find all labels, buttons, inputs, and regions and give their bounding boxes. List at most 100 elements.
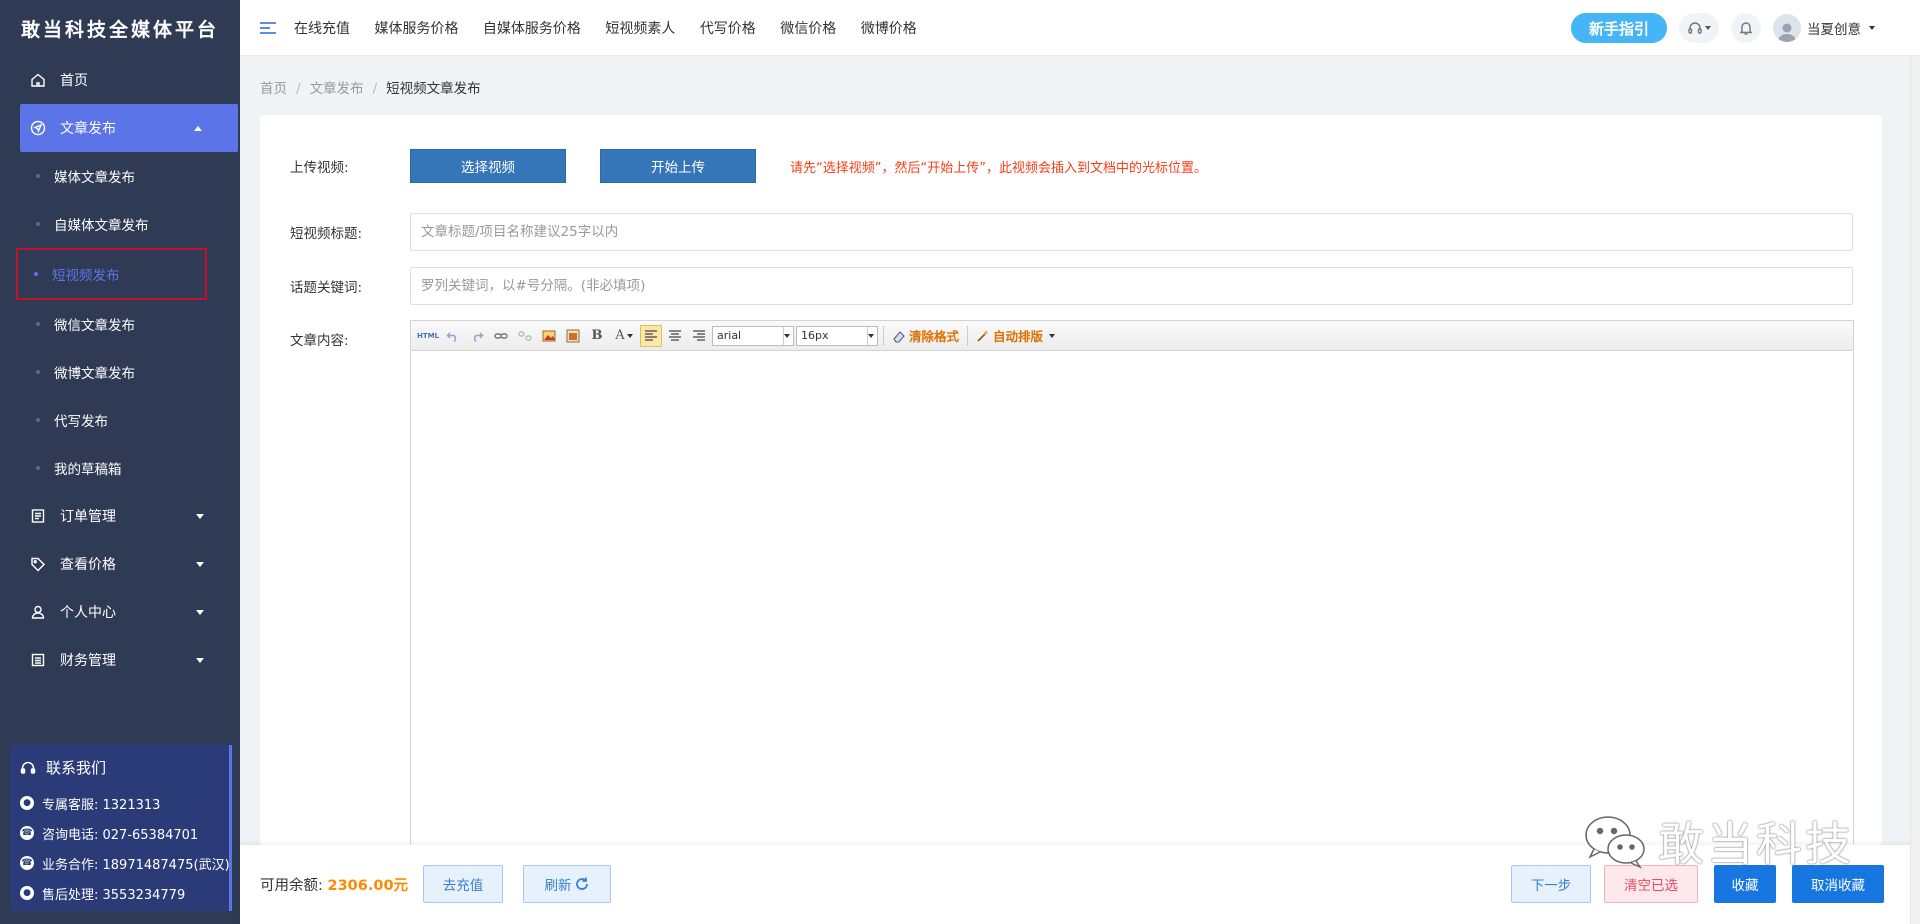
list-icon (30, 508, 46, 524)
sidebar-item-home[interactable]: 首页 (0, 56, 240, 104)
start-upload-button[interactable]: 开始上传 (600, 149, 756, 183)
breadcrumb-current: 短视频文章发布 (386, 81, 481, 97)
breadcrumb-home[interactable]: 首页 (260, 81, 287, 97)
sidebar-subitem-self-media-article[interactable]: 自媒体文章发布 (0, 200, 240, 248)
eraser-icon (893, 330, 905, 342)
font-size-value: 16px (801, 329, 829, 342)
topnav-ghostwrite-price[interactable]: 代写价格 (700, 21, 756, 37)
upload-label: 上传视频: (290, 160, 349, 176)
breadcrumb-article-publish[interactable]: 文章发布 (310, 81, 364, 97)
rich-text-editor: HTML B A arial 16px 清除格式 自动排版 (410, 320, 1854, 850)
top-right-tools: 新手指引 当夏创意 (1570, 0, 1920, 56)
unlink-button[interactable] (514, 325, 536, 347)
insert-multi-image-button[interactable] (562, 325, 584, 347)
sidebar-subitem-label: 微博文章发布 (54, 366, 135, 382)
link-button[interactable] (490, 325, 512, 347)
sidebar-item-article-publish[interactable]: 文章发布 (20, 104, 238, 152)
upload-row: 上传视频: 选择视频 开始上传 请先“选择视频”，然后“开始上传”，此视频会插入… (260, 149, 1882, 183)
sidebar-item-label: 首页 (60, 73, 88, 89)
service-icon: ● (20, 796, 34, 810)
sidebar-item-orders[interactable]: 订单管理 (0, 492, 240, 540)
chevron-down-icon (196, 514, 204, 519)
font-size-select[interactable]: 16px (796, 325, 878, 346)
chevron-down-icon (196, 562, 204, 567)
select-video-button[interactable]: 选择视频 (410, 149, 566, 183)
breadcrumb: 首页 / 文章发布 / 短视频文章发布 (260, 77, 481, 97)
font-color-label: A (615, 328, 625, 343)
clear-format-button[interactable]: 清除格式 (892, 326, 959, 345)
font-family-select[interactable]: arial (712, 325, 794, 346)
chevron-down-icon[interactable] (1049, 333, 1056, 338)
sidebar-subitem-wechat-article[interactable]: 微信文章发布 (0, 300, 240, 348)
sidebar-item-prices[interactable]: 查看价格 (0, 540, 240, 588)
sidebar-subitem-drafts[interactable]: 我的草稿箱 (0, 444, 240, 492)
sidebar-subitem-label: 媒体文章发布 (54, 170, 135, 186)
recharge-button[interactable]: 去充值 (423, 865, 503, 903)
balance-amount: 2306.00元 (327, 878, 409, 894)
html-source-button[interactable]: HTML (416, 325, 440, 347)
redo-button[interactable] (466, 325, 488, 347)
topnav-self-media-price[interactable]: 自媒体服务价格 (483, 21, 581, 37)
page-scrollbar[interactable] (1910, 56, 1920, 924)
font-family-value: arial (717, 329, 742, 342)
contact-row: ● 售后处理: 3553234779 (20, 878, 219, 908)
topnav-media-price[interactable]: 媒体服务价格 (374, 21, 458, 37)
chevron-down-icon (1869, 26, 1875, 30)
wechat-icon (1585, 816, 1645, 869)
image-icon (542, 330, 556, 341)
content-label: 文章内容: (290, 333, 349, 349)
bullet-icon (36, 466, 40, 470)
auto-layout-button[interactable]: 自动排版 (976, 326, 1043, 345)
guide-button[interactable]: 新手指引 (1570, 13, 1667, 43)
contact-row: ● 专属客服: 1321313 (20, 788, 219, 818)
wechat-watermark: 敢当科技 (1580, 808, 1854, 874)
title-label: 短视频标题: (290, 226, 363, 242)
topnav-short-video[interactable]: 短视频素人 (605, 21, 675, 37)
refresh-label: 刷新 (544, 878, 572, 894)
align-center-button[interactable] (664, 325, 686, 347)
sidebar-subitem-label: 短视频发布 (52, 268, 120, 284)
toolbar-divider (967, 325, 969, 346)
user-menu[interactable]: 当夏创意 (1773, 14, 1875, 42)
bullet-icon (34, 272, 38, 276)
contact-row-text: 售后处理: 3553234779 (42, 887, 186, 903)
video-title-input[interactable] (410, 213, 1853, 251)
keywords-input[interactable] (410, 267, 1853, 305)
contact-row: ☎ 咨询电话: 027-65384701 (20, 818, 219, 848)
topnav-wechat-price[interactable]: 微信价格 (780, 21, 836, 37)
customer-service-button[interactable] (1679, 13, 1719, 43)
editor-content-area[interactable] (411, 351, 1853, 849)
bullet-icon (36, 370, 40, 374)
sidebar-subitem-media-article[interactable]: 媒体文章发布 (0, 152, 240, 200)
home-icon (30, 72, 46, 88)
sidebar-item-label: 个人中心 (60, 605, 116, 621)
notification-button[interactable] (1731, 13, 1761, 43)
refresh-button[interactable]: 刷新 (523, 865, 611, 903)
topnav-weibo-price[interactable]: 微博价格 (861, 21, 917, 37)
magic-wand-icon (977, 329, 989, 342)
align-right-button[interactable] (688, 325, 710, 347)
phone-icon: ☎ (20, 826, 34, 840)
watermark-text: 敢当科技 (1658, 817, 1854, 871)
align-left-button[interactable] (640, 324, 662, 347)
font-color-button[interactable]: A (610, 325, 638, 347)
sidebar-subitem-weibo-article[interactable]: 微博文章发布 (0, 348, 240, 396)
insert-image-button[interactable] (538, 325, 560, 347)
toolbar-divider (883, 325, 884, 346)
topnav-recharge[interactable]: 在线充值 (294, 21, 350, 37)
tag-icon (30, 556, 46, 572)
headset-icon (1688, 22, 1702, 34)
next-step-button[interactable]: 下一步 (1511, 865, 1591, 903)
sidebar-item-personal[interactable]: 个人中心 (0, 588, 240, 636)
bold-button[interactable]: B (586, 325, 608, 347)
send-icon (30, 120, 46, 136)
undo-button[interactable] (442, 325, 464, 347)
redo-icon (473, 331, 484, 342)
sidebar-item-finance[interactable]: 财务管理 (0, 636, 240, 684)
sidebar-subitem-short-video[interactable]: 短视频发布 (16, 248, 207, 300)
menu-toggle-icon[interactable] (260, 19, 276, 37)
sidebar-subitem-ghostwrite[interactable]: 代写发布 (0, 396, 240, 444)
unlink-icon (518, 330, 532, 341)
contact-row-text: 咨询电话: 027-65384701 (42, 827, 199, 843)
topbar: 在线充值 媒体服务价格 自媒体服务价格 短视频素人 代写价格 微信价格 微博价格… (240, 0, 1920, 56)
